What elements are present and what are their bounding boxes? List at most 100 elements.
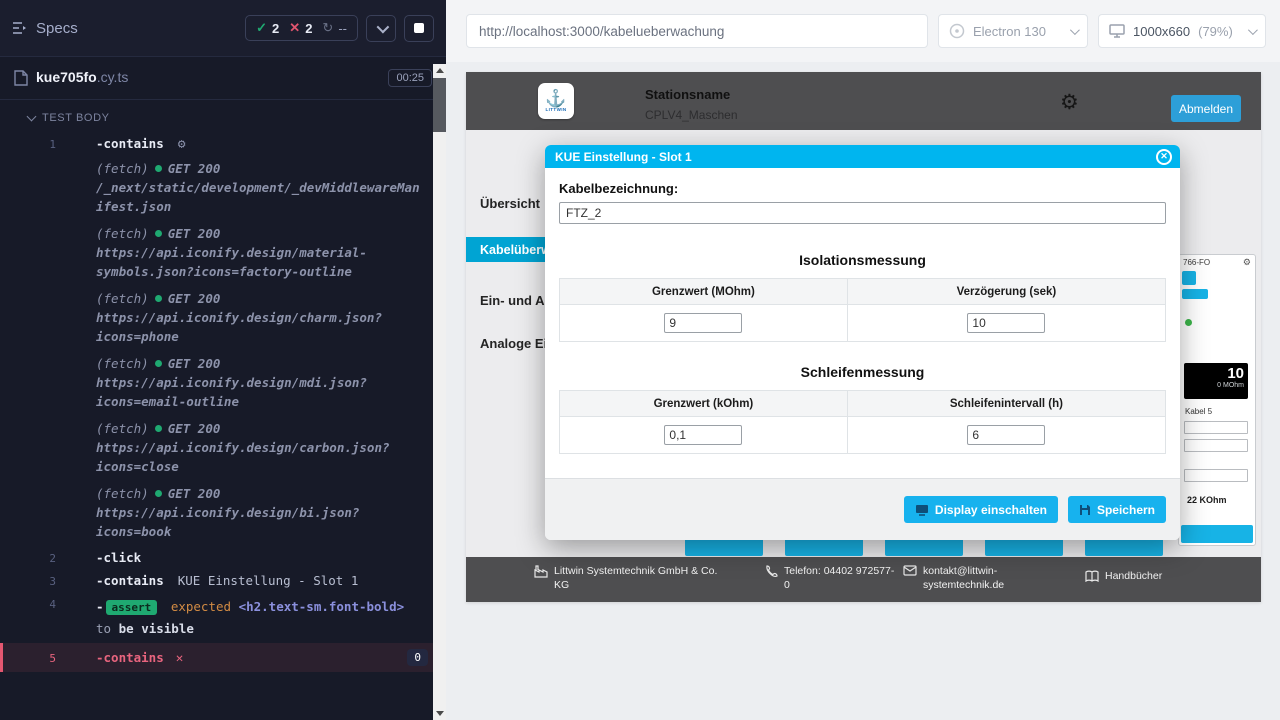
assert-expected: expected (171, 599, 231, 614)
browser-select[interactable]: Electron 130 (938, 14, 1088, 48)
request-url: https://api.iconify.design/carbon.json?i… (96, 438, 426, 476)
status-dot (155, 165, 162, 172)
display-icon (915, 504, 929, 516)
measurement-unit: 0 MOhm (1188, 382, 1244, 389)
close-icon[interactable]: ✕ (1156, 149, 1172, 165)
loop-table: Grenzwert (kOhm) Schleifenintervall (h) (559, 390, 1166, 454)
specs-list-icon (12, 21, 28, 35)
isolation-limit-input[interactable] (664, 313, 742, 333)
isolation-table: Grenzwert (MOhm) Verzögerung (sek) (559, 278, 1166, 342)
gear-icon: ⚙ (178, 137, 186, 152)
logo-mark-icon: ⚓ (545, 90, 566, 107)
stop-button[interactable] (404, 15, 434, 42)
value-field[interactable] (1184, 469, 1248, 482)
command-contains-1[interactable]: 1 -contains⚙ (0, 132, 446, 156)
cable-name-input[interactable] (559, 202, 1166, 224)
network-log-entry[interactable]: (fetch)GET 200 https://api.iconify.desig… (0, 351, 446, 416)
network-log-entry[interactable]: (fetch)GET 200 https://api.iconify.desig… (0, 416, 446, 481)
scrollbar-thumb[interactable] (433, 78, 446, 132)
check-icon: ✓ (256, 20, 267, 36)
column-header: Grenzwert (MOhm) (560, 279, 848, 305)
electron-icon (949, 23, 965, 39)
spec-name: kue705fo (36, 69, 97, 85)
network-log-entry[interactable]: (fetch)GET 200 /_next/static/development… (0, 156, 446, 221)
nav-item-uebersicht[interactable]: Übersicht (480, 196, 540, 211)
chevron-down-icon (376, 20, 389, 33)
viewport-zoom: (79%) (1198, 24, 1233, 39)
command-assert[interactable]: 4 -assert expected <h2.text-sm.font-bold… (0, 592, 446, 643)
station-name-label: Stationsname (645, 87, 730, 102)
refresh-icon: ↻ (322, 20, 333, 36)
runner-header: Specs ✓2 ✕2 ↻-- (0, 0, 446, 56)
spec-ext: .cy.ts (97, 69, 129, 85)
spec-file-row[interactable]: kue705fo.cy.ts 00:25 (0, 56, 446, 100)
chevron-down-icon (1248, 25, 1258, 35)
loop-limit-input[interactable] (664, 425, 742, 445)
scroll-down-arrow[interactable] (433, 707, 446, 720)
settings-gear-icon[interactable]: ⚙ (1060, 92, 1079, 113)
card-action-button[interactable] (1181, 525, 1253, 543)
value-field[interactable] (1184, 439, 1248, 452)
modal-title: KUE Einstellung - Slot 1 (555, 150, 692, 164)
runner-toolbar: Electron 130 1000x660 (79%) (446, 0, 1280, 62)
collapse-button[interactable] (366, 15, 396, 42)
value-field[interactable] (1184, 421, 1248, 434)
stat-failed: ✕2 (289, 20, 312, 36)
assert-badge: assert (106, 600, 158, 615)
url-input[interactable] (466, 14, 928, 48)
email-icon (903, 565, 917, 576)
status-dot (155, 295, 162, 302)
save-button[interactable]: Speichern (1068, 496, 1166, 523)
fail-cross-icon: ✕ (176, 650, 184, 665)
status-dot (155, 360, 162, 367)
resistance-value: 22 KOhm (1187, 495, 1227, 505)
slot-card-title: 766-FO (1183, 258, 1210, 267)
spec-file-icon (14, 70, 28, 86)
request-url: https://api.iconify.design/bi.json?icons… (96, 503, 426, 541)
isolation-section-title: Isolationsmessung (559, 252, 1166, 268)
screen: Specs ✓2 ✕2 ↻-- kue705fo.cy.ts 00:25 TES… (0, 0, 1280, 720)
command-contains-failed[interactable]: 5 -contains✕ 0 (0, 643, 446, 672)
test-body-section[interactable]: TEST BODY (0, 100, 446, 132)
reporter-scrollbar[interactable] (433, 64, 446, 720)
test-stats: ✓2 ✕2 ↻-- (245, 15, 358, 41)
network-log-entry[interactable]: (fetch)GET 200 https://api.iconify.desig… (0, 286, 446, 351)
app-footer: Littwin Systemtechnik GmbH & Co.KG Telef… (466, 557, 1261, 602)
specs-toggle[interactable]: Specs (12, 20, 78, 37)
status-dot (155, 490, 162, 497)
isolation-delay-input[interactable] (967, 313, 1045, 333)
phone-icon (765, 565, 778, 578)
stat-passed: ✓2 (256, 20, 279, 36)
network-log-entry[interactable]: (fetch)GET 200 https://api.iconify.desig… (0, 221, 446, 286)
manuals-link[interactable]: Handbücher (1105, 569, 1162, 583)
nav-item-ein-ausgaenge[interactable]: Ein- und Au (480, 293, 552, 308)
viewport-select[interactable]: 1000x660 (79%) (1098, 14, 1266, 48)
nav-item-analoge-eingaenge[interactable]: Analoge Ei (480, 336, 547, 351)
loop-interval-input[interactable] (967, 425, 1045, 445)
phone-number: Telefon: 04402 972577-0 (784, 564, 894, 592)
kue-settings-modal: KUE Einstellung - Slot 1 ✕ Kabelbezeichn… (545, 145, 1180, 540)
loop-section-title: Schleifenmessung (559, 364, 1166, 380)
specs-label: Specs (36, 20, 78, 37)
column-header: Verzögerung (sek) (847, 279, 1165, 305)
modal-footer: Display einschalten Speichern (545, 478, 1180, 540)
scroll-up-arrow[interactable] (433, 64, 446, 77)
command-contains-2[interactable]: 3 -containsKUE Einstellung - Slot 1 (0, 569, 446, 592)
stop-icon (414, 23, 424, 33)
chevron-down-icon (27, 112, 37, 122)
request-url: https://api.iconify.design/charm.json?ic… (96, 308, 426, 346)
status-dot (155, 230, 162, 237)
command-log: 1 -contains⚙ (fetch)GET 200 /_next/stati… (0, 132, 446, 672)
attempt-count-badge: 0 (407, 649, 428, 666)
company-name: Littwin Systemtechnik GmbH & Co.KG (554, 564, 717, 592)
spec-duration: 00:25 (388, 69, 432, 87)
cypress-runner-panel: Specs ✓2 ✕2 ↻-- kue705fo.cy.ts 00:25 TES… (0, 0, 446, 720)
ok-status-dot (1185, 319, 1192, 326)
display-on-button[interactable]: Display einschalten (904, 496, 1058, 523)
logout-button[interactable]: Abmelden (1171, 95, 1241, 122)
measurement-value: 10 (1188, 365, 1244, 382)
network-log-entry[interactable]: (fetch)GET 200 https://api.iconify.desig… (0, 481, 446, 546)
command-click[interactable]: 2 -click (0, 546, 446, 569)
app-header: ⚓ LITTWIN Stationsname CPLV4_Maschen ⚙ A… (466, 72, 1261, 130)
gear-icon[interactable]: ⚙ (1243, 258, 1251, 267)
